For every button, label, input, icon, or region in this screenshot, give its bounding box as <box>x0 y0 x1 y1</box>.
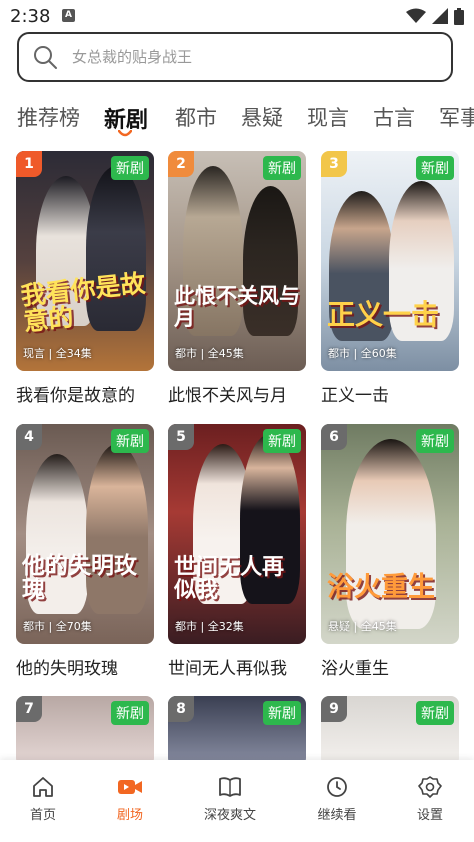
drama-card[interactable]: 浴火重生 6 新剧 悬疑 | 全45集 浴火重生 <box>321 424 459 679</box>
nav-label: 深夜爽文 <box>203 808 256 823</box>
wifi-icon <box>406 8 426 23</box>
rank-badge: 7 <box>16 696 42 722</box>
battery-icon <box>454 7 464 25</box>
nav-theater[interactable]: 剧场 <box>90 776 170 823</box>
drama-card[interactable]: 他的失明玫瑰 4 新剧 都市 | 全70集 他的失明玫瑰 <box>16 424 154 679</box>
new-badge: 新剧 <box>416 429 454 453</box>
drama-card[interactable]: 正义一击 3 新剧 都市 | 全60集 正义一击 <box>321 151 459 406</box>
gear-icon <box>418 776 442 798</box>
drama-title: 浴火重生 <box>321 659 389 679</box>
poster-image: 浴火重生 6 新剧 悬疑 | 全45集 <box>321 424 459 644</box>
poster-title: 世间无人再似我 <box>174 553 285 603</box>
poster-title: 此恨不关风与月 <box>174 282 300 330</box>
signal-icon <box>432 8 448 24</box>
nav-label: 首页 <box>29 808 56 823</box>
nav-home[interactable]: 首页 <box>3 776 83 823</box>
notification-icon: A <box>62 9 75 22</box>
bottom-nav: 首页 剧场 深夜爽文 继续看 设置 <box>0 760 474 842</box>
status-time: 2:38 <box>10 6 51 27</box>
drama-title: 我看你是故意的 <box>16 386 135 406</box>
new-badge: 新剧 <box>111 701 149 725</box>
episode-meta: 现言 | 全34集 <box>23 347 92 360</box>
drama-card[interactable]: 8 新剧 <box>168 696 306 766</box>
drama-card[interactable]: 我看你是故意的 1 新剧 现言 | 全34集 我看你是故意的 <box>16 151 154 406</box>
poster-image: 9 新剧 <box>321 696 459 766</box>
episode-meta: 都市 | 全32集 <box>175 620 244 633</box>
new-badge: 新剧 <box>263 701 301 725</box>
drama-card[interactable]: 7 新剧 <box>16 696 154 766</box>
rank-badge: 3 <box>321 151 347 177</box>
episode-meta: 都市 | 全45集 <box>175 347 244 360</box>
nav-settings[interactable]: 设置 <box>390 776 470 823</box>
tab-urban[interactable]: 都市 <box>175 102 217 132</box>
search-icon <box>34 46 57 69</box>
drama-card[interactable]: 世间无人再似我 5 新剧 都市 | 全32集 世间无人再似我 <box>168 424 306 679</box>
home-icon <box>33 777 53 797</box>
poster-image: 世间无人再似我 5 新剧 都市 | 全32集 <box>168 424 306 644</box>
poster-image: 他的失明玫瑰 4 新剧 都市 | 全70集 <box>16 424 154 644</box>
rank-badge: 6 <box>321 424 347 450</box>
tab-recommend[interactable]: 推荐榜 <box>17 102 80 132</box>
drama-title: 正义一击 <box>321 386 389 406</box>
poster-image: 我看你是故意的 1 新剧 现言 | 全34集 <box>16 151 154 371</box>
video-icon <box>118 780 142 794</box>
rank-badge: 9 <box>321 696 347 722</box>
search-bar[interactable] <box>17 32 453 82</box>
poster-title: 正义一击 <box>327 297 440 331</box>
tab-modern-romance[interactable]: 现言 <box>307 102 349 132</box>
drama-card[interactable]: 此恨不关风与月 2 新剧 都市 | 全45集 此恨不关风与月 <box>168 151 306 406</box>
poster-image: 此恨不关风与月 2 新剧 都市 | 全45集 <box>168 151 306 371</box>
new-badge: 新剧 <box>263 429 301 453</box>
new-badge: 新剧 <box>416 156 454 180</box>
rank-badge: 5 <box>168 424 194 450</box>
episode-meta: 都市 | 全70集 <box>23 620 92 633</box>
new-badge: 新剧 <box>111 429 149 453</box>
rank-badge: 2 <box>168 151 194 177</box>
tab-ancient-romance[interactable]: 古言 <box>373 102 415 132</box>
new-badge: 新剧 <box>416 701 454 725</box>
nav-continue[interactable]: 继续看 <box>297 776 377 823</box>
rank-badge: 4 <box>16 424 42 450</box>
poster-image: 7 新剧 <box>16 696 154 766</box>
new-badge: 新剧 <box>111 156 149 180</box>
tab-military[interactable]: 军事 <box>439 102 474 132</box>
nav-label: 设置 <box>416 808 443 823</box>
poster-image: 8 新剧 <box>168 696 306 766</box>
drama-card[interactable]: 9 新剧 <box>321 696 459 766</box>
rank-badge: 8 <box>168 696 194 722</box>
nav-label: 继续看 <box>317 808 357 823</box>
clock-icon <box>327 777 347 797</box>
tab-suspense[interactable]: 悬疑 <box>241 102 283 132</box>
category-tabs: 推荐榜 新剧 都市 悬疑 现言 古言 军事 <box>0 96 474 140</box>
poster-image: 正义一击 3 新剧 都市 | 全60集 <box>321 151 459 371</box>
book-icon <box>219 777 241 797</box>
drama-title: 世间无人再似我 <box>168 659 287 679</box>
nav-label: 剧场 <box>116 808 143 823</box>
poster-title: 浴火重生 <box>327 571 435 603</box>
episode-meta: 悬疑 | 全45集 <box>328 620 397 633</box>
nav-night-reading[interactable]: 深夜爽文 <box>190 776 270 823</box>
rank-badge: 1 <box>16 151 42 177</box>
search-input[interactable] <box>70 47 434 67</box>
system-icons <box>406 7 464 25</box>
poster-title: 他的失明玫瑰 <box>22 551 137 603</box>
status-bar: 2:38 A <box>0 0 474 32</box>
episode-meta: 都市 | 全60集 <box>328 347 397 360</box>
drama-title: 他的失明玫瑰 <box>16 659 118 679</box>
active-tab-indicator <box>118 130 132 137</box>
new-badge: 新剧 <box>263 156 301 180</box>
drama-title: 此恨不关风与月 <box>168 386 287 406</box>
